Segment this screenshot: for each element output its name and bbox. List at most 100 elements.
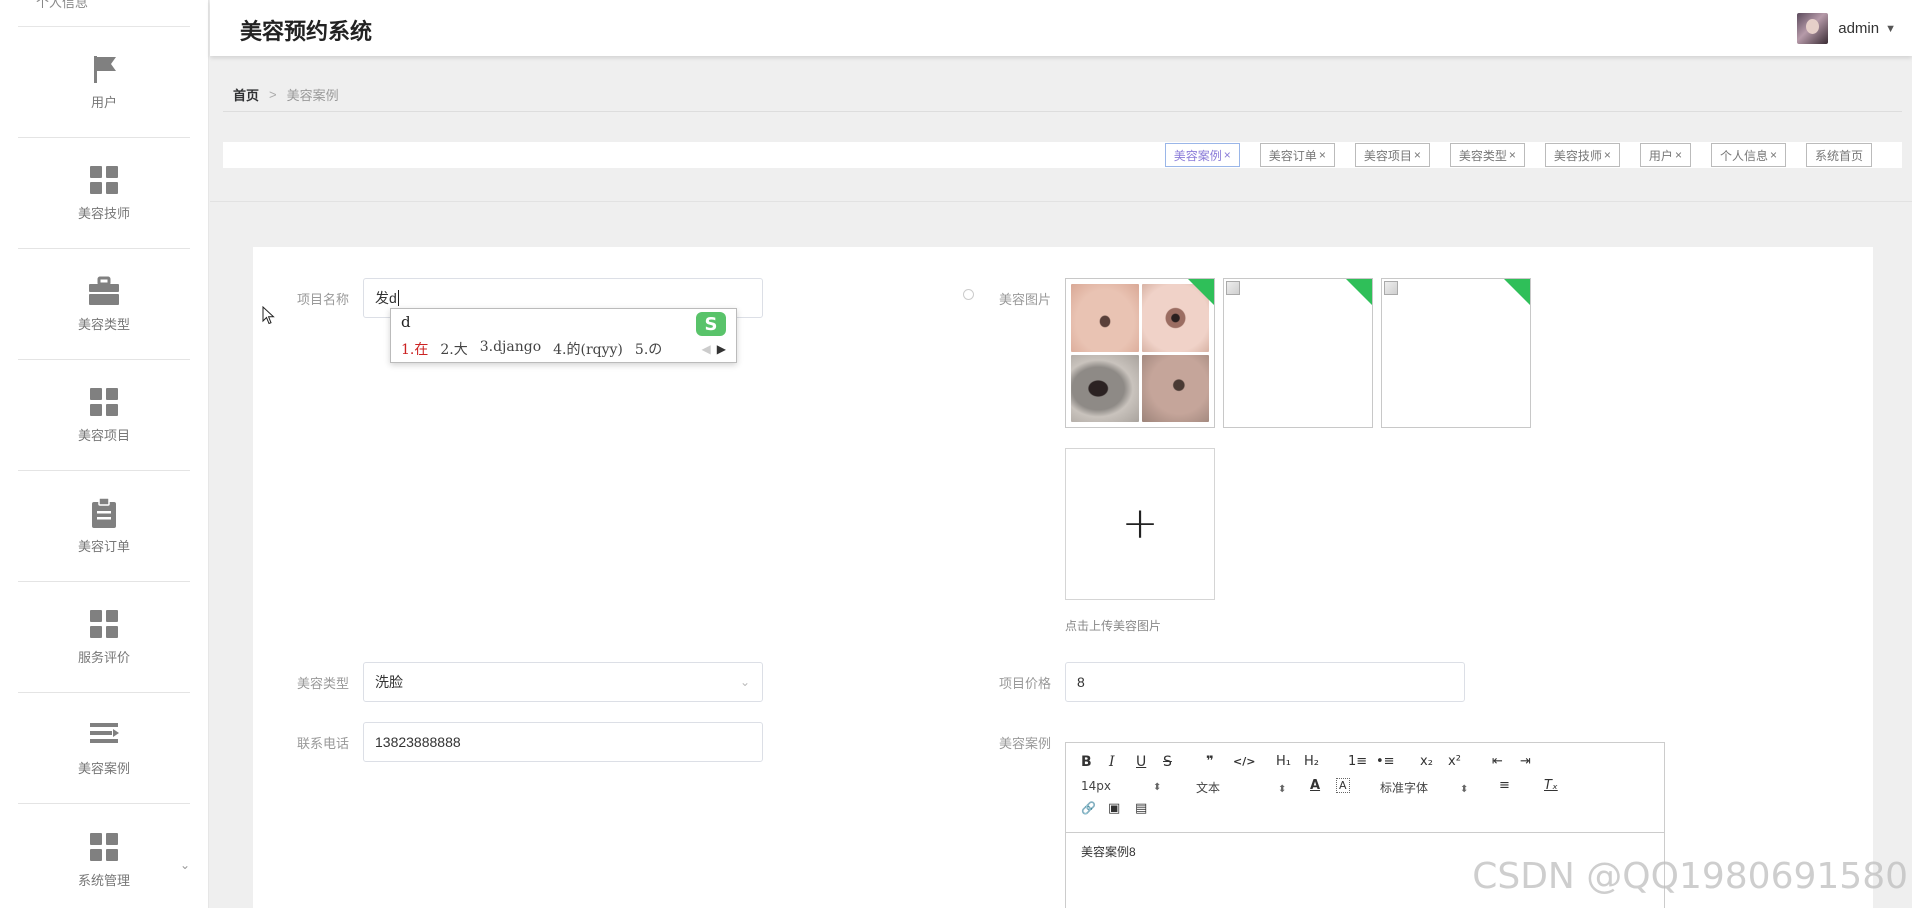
next-page-icon[interactable]: ▶ xyxy=(717,342,726,356)
editor-text: 美容案例8 xyxy=(1081,845,1136,859)
project-name-value: 发d xyxy=(375,290,397,306)
sidebar-item-label: 美容案例 xyxy=(77,761,130,776)
phone-input[interactable]: 13823888888 xyxy=(363,722,763,762)
tag-beauty-orders[interactable]: 美容订单 × xyxy=(1259,143,1335,167)
video-button[interactable]: ▤ xyxy=(1135,801,1147,816)
block-type-select[interactable]: 文本 ⬍ xyxy=(1196,779,1286,796)
clean-format-button[interactable]: Tₓ xyxy=(1544,778,1558,793)
sidebar-item-beauty-orders[interactable]: 美容订单 xyxy=(18,471,190,582)
ime-candidate[interactable]: 3.django xyxy=(480,339,541,359)
ime-candidate-popup: d S 1.在 2.大 3.django 4.的(rqyy) 5.の ◀ ▶ xyxy=(390,308,737,363)
sidebar: 个人信息 用户 美容技师 美容类型 美容项目 美容订单 服务评价 美容案例 系统… xyxy=(0,0,209,908)
close-icon[interactable]: × xyxy=(1604,148,1611,162)
superscript-button[interactable]: x² xyxy=(1448,754,1461,769)
tag-beauty-cases[interactable]: 美容案例 × xyxy=(1164,143,1240,167)
tag-label: 美容项目 xyxy=(1363,148,1412,163)
avatar[interactable] xyxy=(1797,13,1829,44)
ime-logo-icon: S xyxy=(696,312,726,336)
beauty-case-label: 美容案例 xyxy=(999,736,1052,751)
tag-technicians[interactable]: 美容技师 × xyxy=(1544,143,1620,167)
tag-beauty-projects[interactable]: 美容项目 × xyxy=(1354,143,1430,167)
align-button[interactable]: ≡ xyxy=(1499,778,1510,793)
close-icon[interactable]: × xyxy=(1675,148,1682,162)
mouse-cursor-icon xyxy=(262,306,275,325)
underline-button[interactable]: U xyxy=(1136,754,1146,770)
user-name[interactable]: admin xyxy=(1838,20,1879,37)
grid-icon xyxy=(90,388,118,416)
divider xyxy=(210,201,1912,202)
sidebar-item-beauty-cases[interactable]: 美容案例 xyxy=(18,693,190,804)
ime-candidate[interactable]: 1.在 xyxy=(401,339,428,359)
font-family-select[interactable]: 标准字体 ⬍ xyxy=(1380,779,1468,796)
font-size-select[interactable]: 14px ⬍ xyxy=(1081,779,1161,793)
sidebar-item-system-management[interactable]: 系统管理 ⌄ xyxy=(18,804,190,908)
breadcrumb-current: 美容案例 xyxy=(286,88,339,103)
subscript-button[interactable]: x₂ xyxy=(1420,754,1433,769)
bold-button[interactable]: B xyxy=(1081,754,1092,770)
tag-label: 美容技师 xyxy=(1553,148,1602,163)
project-price-label: 项目价格 xyxy=(999,676,1052,691)
chevron-down-icon: ⌄ xyxy=(739,675,750,689)
beauty-type-value: 洗脸 xyxy=(375,674,403,690)
beauty-images-label: 美容图片 xyxy=(999,292,1052,307)
prev-page-icon[interactable]: ◀ xyxy=(702,342,711,356)
user-menu[interactable]: admin ▼ xyxy=(1797,13,1896,44)
sidebar-item-service-reviews[interactable]: 服务评价 xyxy=(18,582,190,693)
header1-button[interactable]: H₁ xyxy=(1276,754,1291,769)
tag-profile[interactable]: 个人信息 × xyxy=(1710,143,1786,167)
sidebar-item-beauty-types[interactable]: 美容类型 xyxy=(18,249,190,360)
image-button[interactable]: ▣ xyxy=(1108,801,1120,816)
image-thumbnail[interactable] xyxy=(1381,278,1531,428)
tags-bar: 美容案例 × 美容订单 × 美容项目 × 美容类型 × 美容技师 × 用户 × 个人信息 × … xyxy=(223,142,1902,168)
tag-users[interactable]: 用户 × xyxy=(1639,143,1691,167)
ordered-list-button[interactable]: 1≡ xyxy=(1348,754,1367,769)
tag-label: 美容订单 xyxy=(1268,148,1317,163)
sidebar-item-label: 美容项目 xyxy=(77,428,130,443)
tag-label: 美容案例 xyxy=(1173,148,1222,163)
top-header: 美容预约系统 admin ▼ xyxy=(210,0,1912,56)
chevron-down-icon[interactable]: ⌄ xyxy=(180,858,190,872)
image-upload-button[interactable]: + xyxy=(1065,448,1215,600)
font-color-button[interactable]: A xyxy=(1310,778,1320,793)
caret-down-icon[interactable]: ▼ xyxy=(1885,23,1896,35)
ime-page-nav[interactable]: ◀ ▶ xyxy=(702,342,726,356)
project-name-label: 项目名称 xyxy=(297,292,350,307)
close-icon[interactable]: × xyxy=(1319,148,1326,162)
ime-candidates: 1.在 2.大 3.django 4.的(rqyy) 5.の xyxy=(401,339,674,359)
breadcrumb-home[interactable]: 首页 xyxy=(233,85,259,104)
outdent-button[interactable]: ⇤ xyxy=(1492,754,1503,769)
image-thumbnail[interactable] xyxy=(1223,278,1373,428)
blockquote-button[interactable]: ❞ xyxy=(1206,754,1214,769)
font-size-value: 14px xyxy=(1081,779,1111,793)
strikethrough-button[interactable]: S xyxy=(1163,754,1172,770)
project-price-input[interactable]: 8 xyxy=(1065,662,1465,702)
ime-composition: d xyxy=(401,313,411,331)
tag-system-home[interactable]: 系统首页 xyxy=(1805,143,1872,167)
sidebar-item-technicians[interactable]: 美容技师 xyxy=(18,138,190,249)
sidebar-item-label: 美容技师 xyxy=(77,206,130,221)
grid-icon xyxy=(90,610,118,638)
indent-button[interactable]: ⇥ xyxy=(1520,754,1531,769)
ime-candidate[interactable]: 2.大 xyxy=(440,339,467,359)
sidebar-item-beauty-projects[interactable]: 美容项目 xyxy=(18,360,190,471)
bullet-list-button[interactable]: •≡ xyxy=(1376,754,1395,769)
sidebar-item-users[interactable]: 用户 xyxy=(18,27,190,138)
watermark: CSDN @QQ1980691580 xyxy=(1472,856,1908,897)
ime-candidate[interactable]: 4.的(rqyy) xyxy=(553,339,623,359)
beauty-type-select[interactable]: 洗脸 ⌄ xyxy=(363,662,763,702)
header2-button[interactable]: H₂ xyxy=(1304,754,1319,769)
close-icon[interactable]: × xyxy=(1224,148,1231,162)
close-icon[interactable]: × xyxy=(1509,148,1516,162)
image-thumbnail[interactable] xyxy=(1065,278,1215,428)
breadcrumb: 首页 > 美容案例 xyxy=(233,85,339,104)
link-button[interactable]: 🔗 xyxy=(1081,801,1096,815)
sidebar-top-item[interactable]: 个人信息 xyxy=(18,0,190,27)
italic-button[interactable]: I xyxy=(1109,754,1115,770)
close-icon[interactable]: × xyxy=(1770,148,1777,162)
ime-candidate[interactable]: 5.の xyxy=(635,339,662,359)
code-button[interactable]: </> xyxy=(1233,755,1255,768)
close-icon[interactable]: × xyxy=(1414,148,1421,162)
tag-beauty-types[interactable]: 美容类型 × xyxy=(1449,143,1525,167)
sidebar-item-label: 系统管理 xyxy=(77,872,130,888)
background-color-button[interactable]: A xyxy=(1336,778,1350,793)
